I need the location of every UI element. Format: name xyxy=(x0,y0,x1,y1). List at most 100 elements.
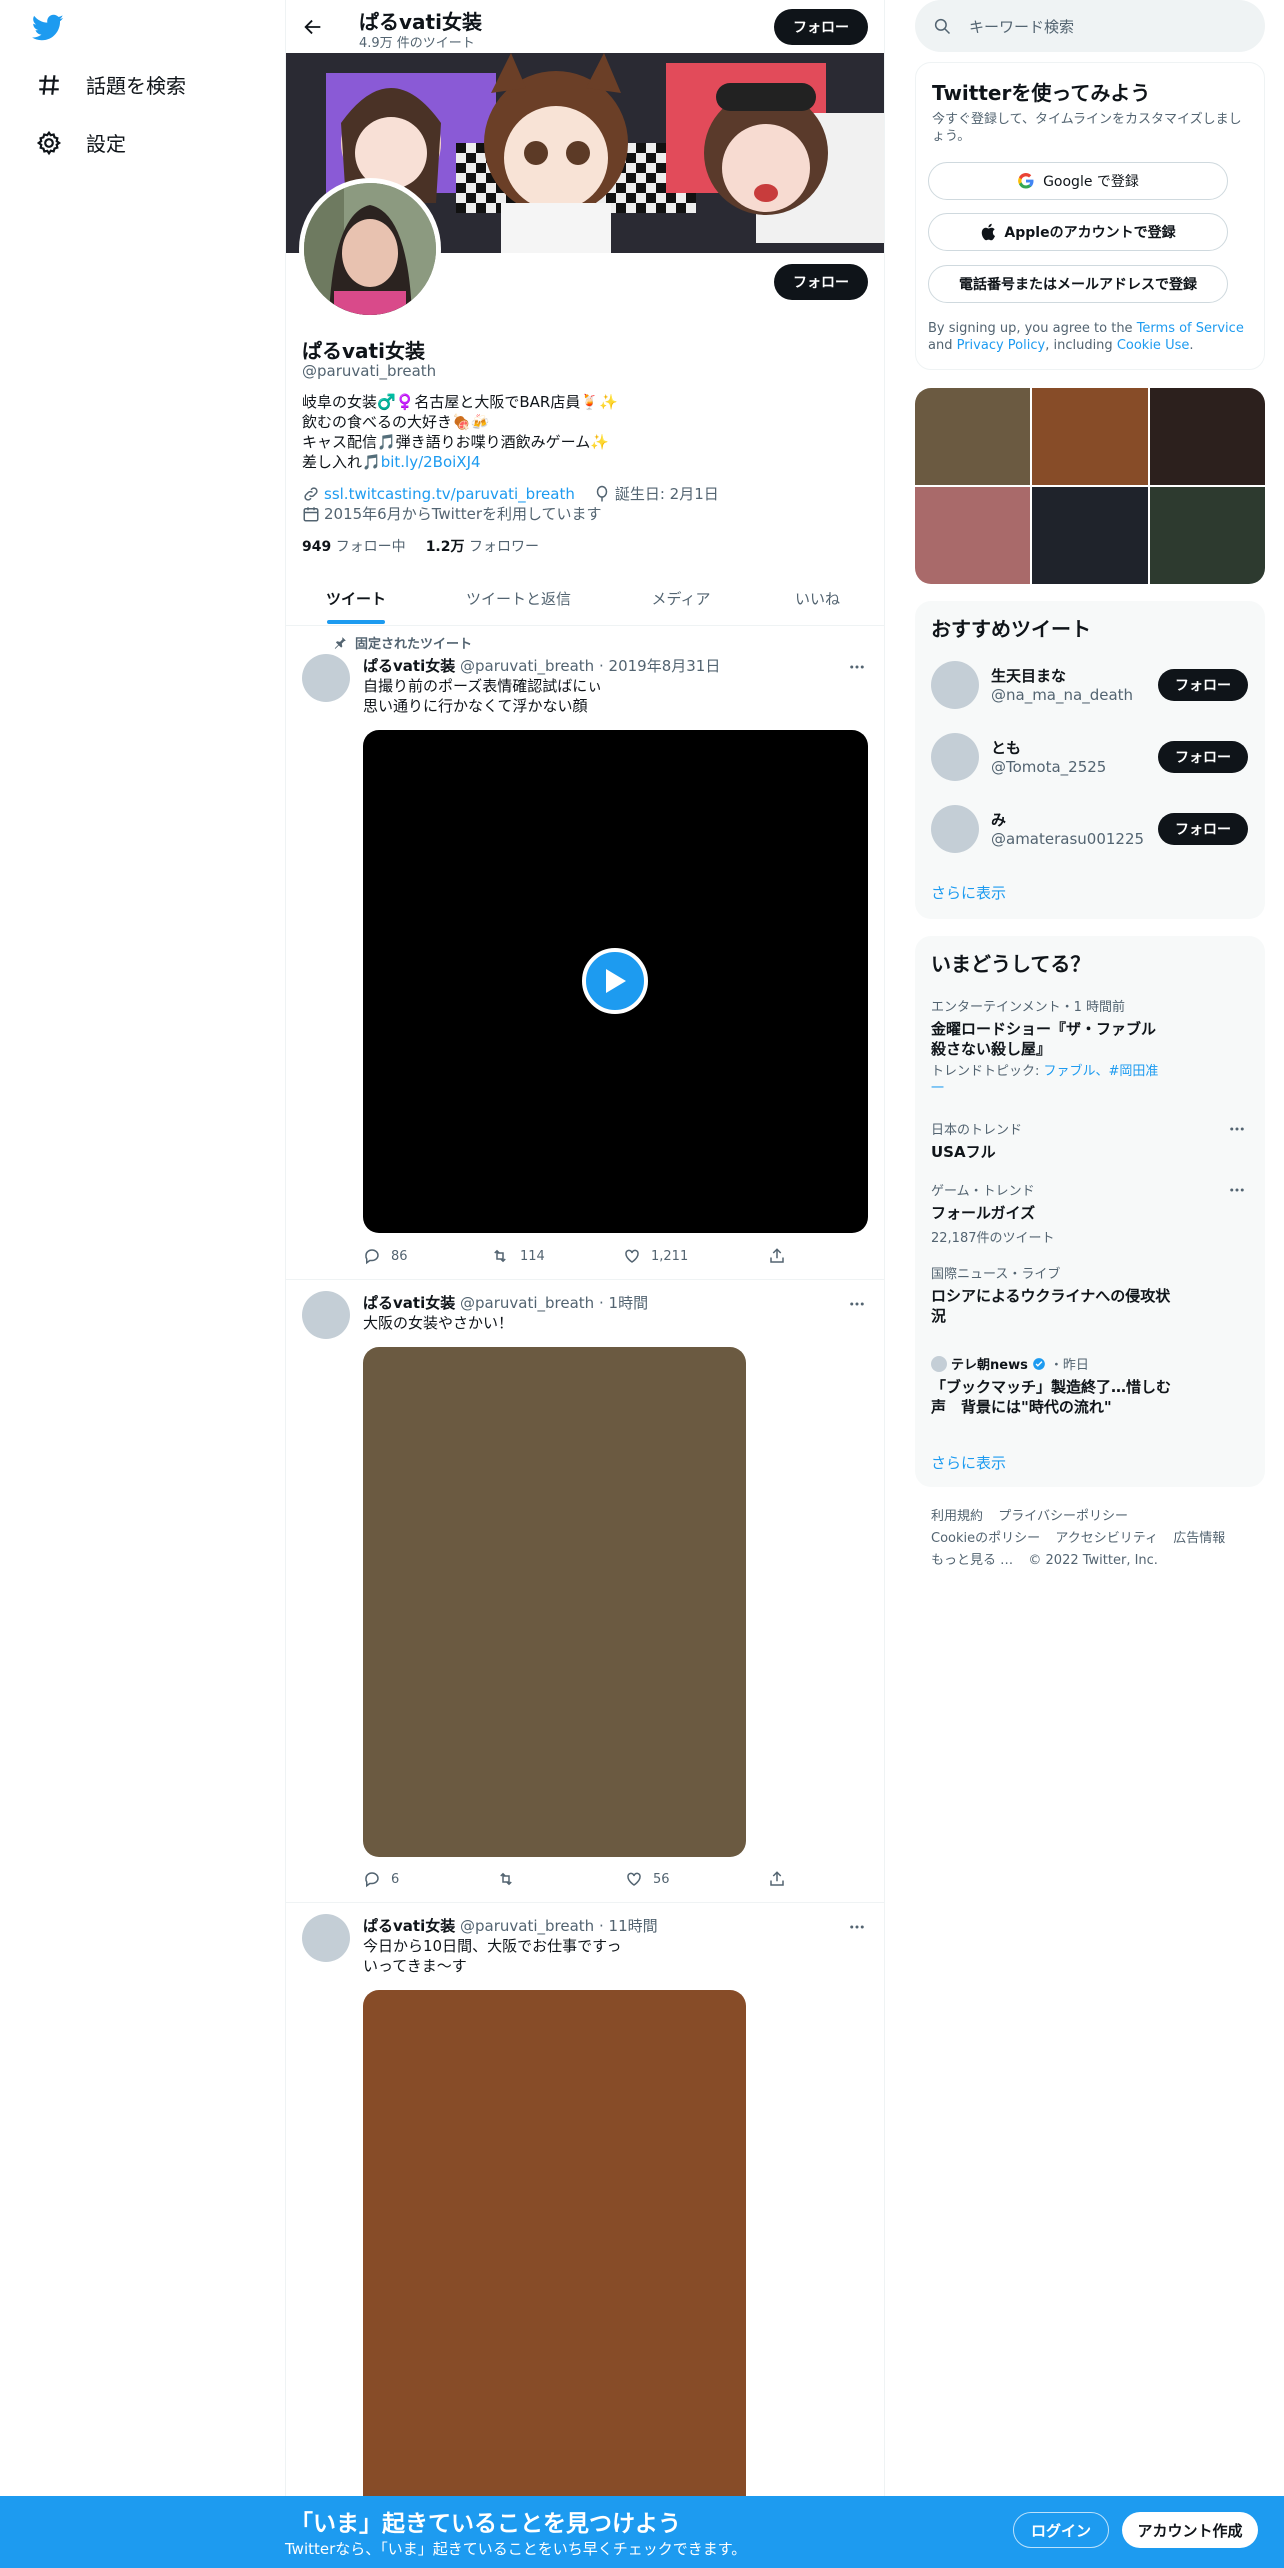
verified-badge-icon xyxy=(1032,1357,1046,1371)
tweet-time[interactable]: 1時間 xyxy=(609,1294,649,1312)
tab-replies-label: ツイートと返信 xyxy=(465,589,571,608)
terms-link[interactable]: Terms of Service xyxy=(1137,321,1244,336)
followers-label: フォロワー xyxy=(468,539,539,555)
tweet-author-name[interactable]: ぱるvati女装 xyxy=(363,657,455,675)
recommend-follow-button[interactable]: フォロー xyxy=(1158,741,1248,773)
recommend-more-link[interactable]: さらに表示 xyxy=(931,882,1006,903)
divider xyxy=(286,1279,884,1280)
header-name: ぱるvati女装 xyxy=(359,10,482,34)
header-follow-button[interactable]: フォロー xyxy=(774,9,868,45)
nav-explore[interactable]: 話題を検索 xyxy=(36,70,186,99)
tweet-dot: · xyxy=(598,1917,604,1935)
following-stat[interactable]: 949 フォロー中 xyxy=(302,536,406,556)
media-thumb[interactable] xyxy=(1032,388,1148,485)
recommend-title: おすすめツイート xyxy=(931,617,1091,641)
news-item[interactable]: テレ朝news ・昨日 「ブックマッチ」製造終了…惜しむ声 背景には"時代の流れ… xyxy=(931,1354,1171,1417)
footer-link[interactable]: 利用規約 xyxy=(931,1509,983,1524)
footer-link[interactable]: Cookieのポリシー xyxy=(931,1531,1040,1546)
tab-replies[interactable]: ツイートと返信 xyxy=(426,572,611,624)
more-icon[interactable] xyxy=(1228,1181,1246,1199)
avatar[interactable] xyxy=(931,733,979,781)
profile-avatar[interactable] xyxy=(299,178,441,320)
retweet-action[interactable]: 114 xyxy=(490,1247,545,1265)
media-thumb[interactable] xyxy=(1149,388,1265,485)
search-box[interactable]: キーワード検索 xyxy=(915,0,1265,52)
avatar[interactable] xyxy=(931,661,979,709)
pinned-label-row: 固定されたツイート xyxy=(333,633,472,652)
retweet-action[interactable] xyxy=(496,1870,516,1888)
more-icon[interactable] xyxy=(848,1918,866,1936)
avatar[interactable] xyxy=(931,805,979,853)
retweet-icon xyxy=(490,1247,510,1265)
share-action[interactable] xyxy=(768,1870,786,1888)
media-thumb[interactable] xyxy=(1149,487,1265,584)
trend-item[interactable]: 国際ニュース・ライブ ロシアによるウクライナへの侵攻状況 xyxy=(931,1263,1171,1326)
play-icon[interactable] xyxy=(582,948,648,1014)
twitter-logo-icon[interactable] xyxy=(32,14,64,42)
recommend-follow-button[interactable]: フォロー xyxy=(1158,669,1248,701)
tweet-image[interactable] xyxy=(363,1990,746,2496)
apple-signup-button[interactable]: Appleのアカウントで登録 xyxy=(928,213,1228,251)
tweet-author-name[interactable]: ぱるvati女装 xyxy=(363,1294,455,1312)
tweet-handle: @paruvati_breath xyxy=(460,1294,595,1312)
bio-link[interactable]: bit.ly/2BoiXJ4 xyxy=(381,453,481,471)
footer-more-link[interactable]: もっと見る … xyxy=(931,1553,1013,1568)
like-action[interactable]: 56 xyxy=(625,1870,670,1888)
trend-item[interactable]: エンターテインメント・1 時間前 金曜ロードショー『ザ・ファブル 殺さない殺し屋… xyxy=(931,996,1171,1097)
following-label: フォロー中 xyxy=(335,539,406,555)
tab-media[interactable]: メディア xyxy=(611,572,751,624)
tab-likes[interactable]: いいね xyxy=(751,572,884,624)
media-thumb[interactable] xyxy=(915,388,1031,485)
tweet-handle: @paruvati_breath xyxy=(460,657,595,675)
recommend-user-name[interactable]: とも xyxy=(991,737,1021,758)
avatar[interactable] xyxy=(302,654,350,702)
tweet-time[interactable]: 2019年8月31日 xyxy=(609,657,721,675)
create-account-button[interactable]: アカウント作成 xyxy=(1122,2512,1258,2548)
phone-signup-button[interactable]: 電話番号またはメールアドレスで登録 xyxy=(928,265,1228,303)
footer-links: 利用規約 プライバシーポリシー Cookieのポリシー アクセシビリティ 広告情… xyxy=(931,1505,1251,1571)
media-thumb[interactable] xyxy=(915,487,1031,584)
tweet-author-name[interactable]: ぱるvati女装 xyxy=(363,1917,455,1935)
recommend-follow-button[interactable]: フォロー xyxy=(1158,813,1248,845)
avatar[interactable] xyxy=(302,1291,350,1339)
retweet-icon xyxy=(496,1870,516,1888)
footer-link[interactable]: 広告情報 xyxy=(1173,1531,1225,1546)
google-signup-button[interactable]: Google で登録 xyxy=(928,162,1228,200)
profile-follow-button[interactable]: フォロー xyxy=(774,264,868,300)
followers-stat[interactable]: 1.2万 フォロワー xyxy=(426,536,539,556)
footer-link[interactable]: プライバシーポリシー xyxy=(998,1509,1128,1524)
tweet-header: ぱるvati女装 @paruvati_breath · 11時間 xyxy=(363,1915,658,1936)
privacy-link[interactable]: Privacy Policy xyxy=(957,338,1046,353)
more-icon[interactable] xyxy=(848,1295,866,1313)
reply-action[interactable]: 86 xyxy=(363,1247,408,1265)
media-thumb[interactable] xyxy=(1032,487,1148,584)
trend-name: フォールガイズ xyxy=(931,1204,1036,1222)
header-tweet-count: 4.9万 件のツイート xyxy=(359,36,475,51)
recommend-user-name[interactable]: 生天目まな xyxy=(991,665,1066,686)
tweet-image[interactable] xyxy=(363,1347,746,1857)
trends-more-link[interactable]: さらに表示 xyxy=(931,1452,1006,1473)
footer-link[interactable]: アクセシビリティ xyxy=(1055,1531,1158,1546)
back-arrow-icon[interactable] xyxy=(302,16,324,38)
profile-website[interactable]: ssl.twitcasting.tv/paruvati_breath xyxy=(324,485,575,503)
tweet-text-line: 今日から10日間、大阪でお仕事ですっ xyxy=(363,1937,622,1955)
share-action[interactable] xyxy=(768,1247,786,1265)
more-icon[interactable] xyxy=(848,658,866,676)
trend-item[interactable]: ゲーム・トレンド フォールガイズ 22,187件のツイート xyxy=(931,1180,1055,1246)
tweet-video[interactable] xyxy=(363,730,868,1233)
signup-legal: By signing up, you agree to the Terms of… xyxy=(928,320,1258,354)
avatar[interactable] xyxy=(302,1914,350,1962)
like-action[interactable]: 1,211 xyxy=(623,1247,688,1265)
cookie-link[interactable]: Cookie Use xyxy=(1117,338,1190,353)
nav-settings[interactable]: 設定 xyxy=(36,128,126,157)
reply-action[interactable]: 6 xyxy=(363,1870,399,1888)
google-signup-label: Google で登録 xyxy=(1043,174,1139,190)
trend-item[interactable]: 日本のトレンド USAフル xyxy=(931,1119,1022,1162)
login-button[interactable]: ログイン xyxy=(1013,2512,1109,2548)
main-column: ぱるvati女装 4.9万 件のツイート フォロー フォロー ぱるvati女装 … xyxy=(285,0,885,2568)
tab-tweets[interactable]: ツイート xyxy=(286,572,426,624)
more-icon[interactable] xyxy=(1228,1120,1246,1138)
recommend-user-name[interactable]: み xyxy=(991,809,1006,830)
tweet-time[interactable]: 11時間 xyxy=(609,1917,658,1935)
trend-category: 国際ニュース・ライブ xyxy=(931,1267,1061,1282)
